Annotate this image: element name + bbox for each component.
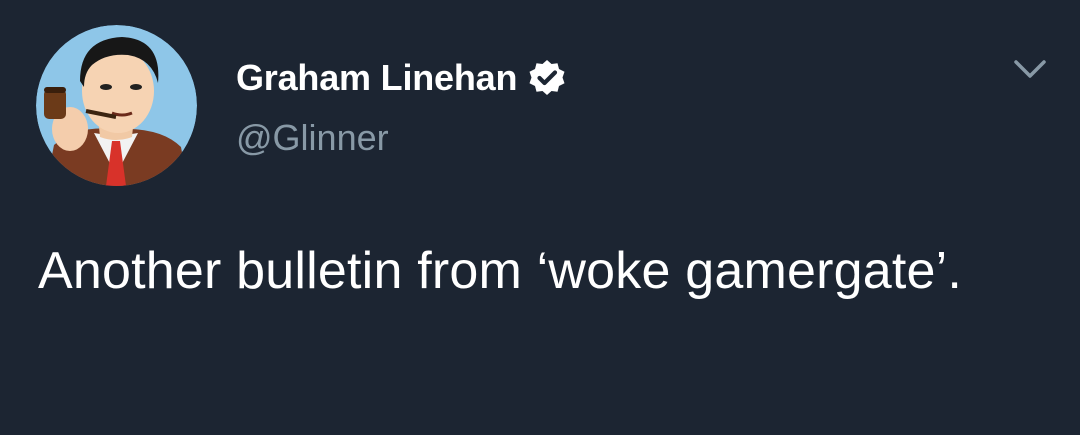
author-handle[interactable]: @Glinner xyxy=(236,117,389,159)
tweet-text: Another bulletin from ‘woke gamergate’. xyxy=(38,242,963,300)
author-display-name[interactable]: Graham Linehan xyxy=(236,57,517,99)
cartoon-man-with-pipe-icon xyxy=(36,25,197,186)
author-name-row: Graham Linehan xyxy=(236,56,567,100)
avatar[interactable] xyxy=(36,25,197,186)
tweet-card: Graham Linehan @Glinner Another bulletin… xyxy=(0,0,1080,435)
chevron-down-icon[interactable] xyxy=(1012,55,1048,83)
verified-badge-icon xyxy=(527,58,567,98)
